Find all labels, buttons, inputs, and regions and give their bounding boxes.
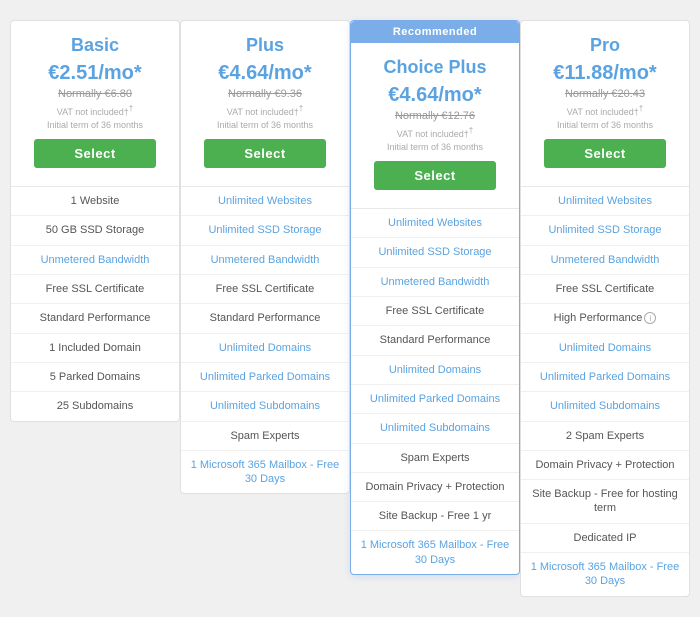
features-list: 1 Website50 GB SSD StorageUnmetered Band… (11, 186, 179, 420)
feature-item: Unlimited Subdomains (351, 414, 519, 443)
feature-item: Unlimited Domains (521, 334, 689, 363)
plan-vat: VAT not included††Initial term of 36 mon… (359, 125, 511, 153)
feature-item: Unmetered Bandwidth (351, 268, 519, 297)
select-button[interactable]: Select (374, 161, 496, 190)
feature-item: Unmetered Bandwidth (521, 246, 689, 275)
plan-normal-price: Normally €12.76 (359, 110, 511, 122)
plan-name: Choice Plus (359, 57, 511, 78)
plan-normal-price: Normally €6.80 (19, 88, 171, 100)
feature-item: Domain Privacy + Protection (521, 451, 689, 480)
feature-item: Spam Experts (351, 444, 519, 473)
feature-item: Unlimited Websites (181, 187, 349, 216)
plan-price: €4.64/mo* (189, 62, 341, 85)
feature-item: Unlimited SSD Storage (521, 216, 689, 245)
feature-item: Standard Performance (351, 326, 519, 355)
feature-item: 50 GB SSD Storage (11, 216, 179, 245)
plan-card-choice-plus: Recommended Choice Plus €4.64/mo* Normally … (350, 20, 520, 575)
plan-header: Choice Plus €4.64/mo* Normally €12.76 VAT n… (351, 43, 519, 208)
feature-item: Spam Experts (181, 422, 349, 451)
feature-item: 5 Parked Domains (11, 363, 179, 392)
plan-vat: VAT not included††Initial term of 36 mon… (19, 103, 171, 131)
feature-item: 1 Microsoft 365 Mailbox - Free 30 Days (521, 553, 689, 596)
plan-name: Basic (19, 35, 171, 56)
plan-name: Plus (189, 35, 341, 56)
plan-vat: VAT not included††Initial term of 36 mon… (529, 103, 681, 131)
plan-card-pro: Pro €11.88/mo* Normally €20.43 VAT not incl… (520, 20, 690, 597)
plan-header: Plus €4.64/mo* Normally €9.36 VAT not inclu… (181, 21, 349, 186)
feature-item: 1 Microsoft 365 Mailbox - Free 30 Days (351, 531, 519, 574)
select-button[interactable]: Select (34, 139, 156, 168)
select-button[interactable]: Select (544, 139, 666, 168)
feature-item: Unmetered Bandwidth (181, 246, 349, 275)
feature-item: Free SSL Certificate (351, 297, 519, 326)
feature-item: Standard Performance (181, 304, 349, 333)
recommended-badge: Recommended (351, 21, 519, 43)
feature-item: Unlimited Websites (521, 187, 689, 216)
plan-name: Pro (529, 35, 681, 56)
select-button[interactable]: Select (204, 139, 326, 168)
feature-item: Site Backup - Free for hosting term (521, 480, 689, 524)
feature-item: High Performancei (521, 304, 689, 333)
plan-header: Basic €2.51/mo* Normally €6.80 VAT not incl… (11, 21, 179, 186)
plan-vat: VAT not included††Initial term of 36 mon… (189, 103, 341, 131)
feature-item: Site Backup - Free 1 yr (351, 502, 519, 531)
features-list: Unlimited WebsitesUnlimited SSD StorageU… (181, 186, 349, 493)
feature-item: Unlimited SSD Storage (351, 238, 519, 267)
plan-normal-price: Normally €9.36 (189, 88, 341, 100)
pricing-wrapper: Basic €2.51/mo* Normally €6.80 VAT not incl… (0, 0, 700, 617)
feature-item: Unlimited Subdomains (181, 392, 349, 421)
feature-item: Unlimited Websites (351, 209, 519, 238)
feature-item: 2 Spam Experts (521, 422, 689, 451)
feature-item: Unlimited Subdomains (521, 392, 689, 421)
feature-item: Domain Privacy + Protection (351, 473, 519, 502)
feature-item: Free SSL Certificate (11, 275, 179, 304)
plan-price: €2.51/mo* (19, 62, 171, 85)
feature-item: Unmetered Bandwidth (11, 246, 179, 275)
feature-item: Standard Performance (11, 304, 179, 333)
feature-item: Unlimited Parked Domains (521, 363, 689, 392)
feature-item: Free SSL Certificate (521, 275, 689, 304)
features-list: Unlimited WebsitesUnlimited SSD StorageU… (521, 186, 689, 595)
feature-item: Unlimited SSD Storage (181, 216, 349, 245)
feature-item: Unlimited Domains (351, 356, 519, 385)
feature-item: 1 Included Domain (11, 334, 179, 363)
plan-price: €11.88/mo* (529, 62, 681, 85)
plan-price: €4.64/mo* (359, 84, 511, 107)
feature-item: Dedicated IP (521, 524, 689, 553)
feature-item: Unlimited Parked Domains (181, 363, 349, 392)
feature-item: Unlimited Parked Domains (351, 385, 519, 414)
info-icon: i (644, 312, 656, 324)
plan-card-plus: Plus €4.64/mo* Normally €9.36 VAT not inclu… (180, 20, 350, 494)
plan-normal-price: Normally €20.43 (529, 88, 681, 100)
feature-item: Free SSL Certificate (181, 275, 349, 304)
plan-header: Pro €11.88/mo* Normally €20.43 VAT not incl… (521, 21, 689, 186)
features-list: Unlimited WebsitesUnlimited SSD StorageU… (351, 208, 519, 574)
plan-card-basic: Basic €2.51/mo* Normally €6.80 VAT not incl… (10, 20, 180, 422)
feature-item: 1 Website (11, 187, 179, 216)
feature-item: 25 Subdomains (11, 392, 179, 420)
feature-item: Unlimited Domains (181, 334, 349, 363)
feature-item: 1 Microsoft 365 Mailbox - Free 30 Days (181, 451, 349, 494)
